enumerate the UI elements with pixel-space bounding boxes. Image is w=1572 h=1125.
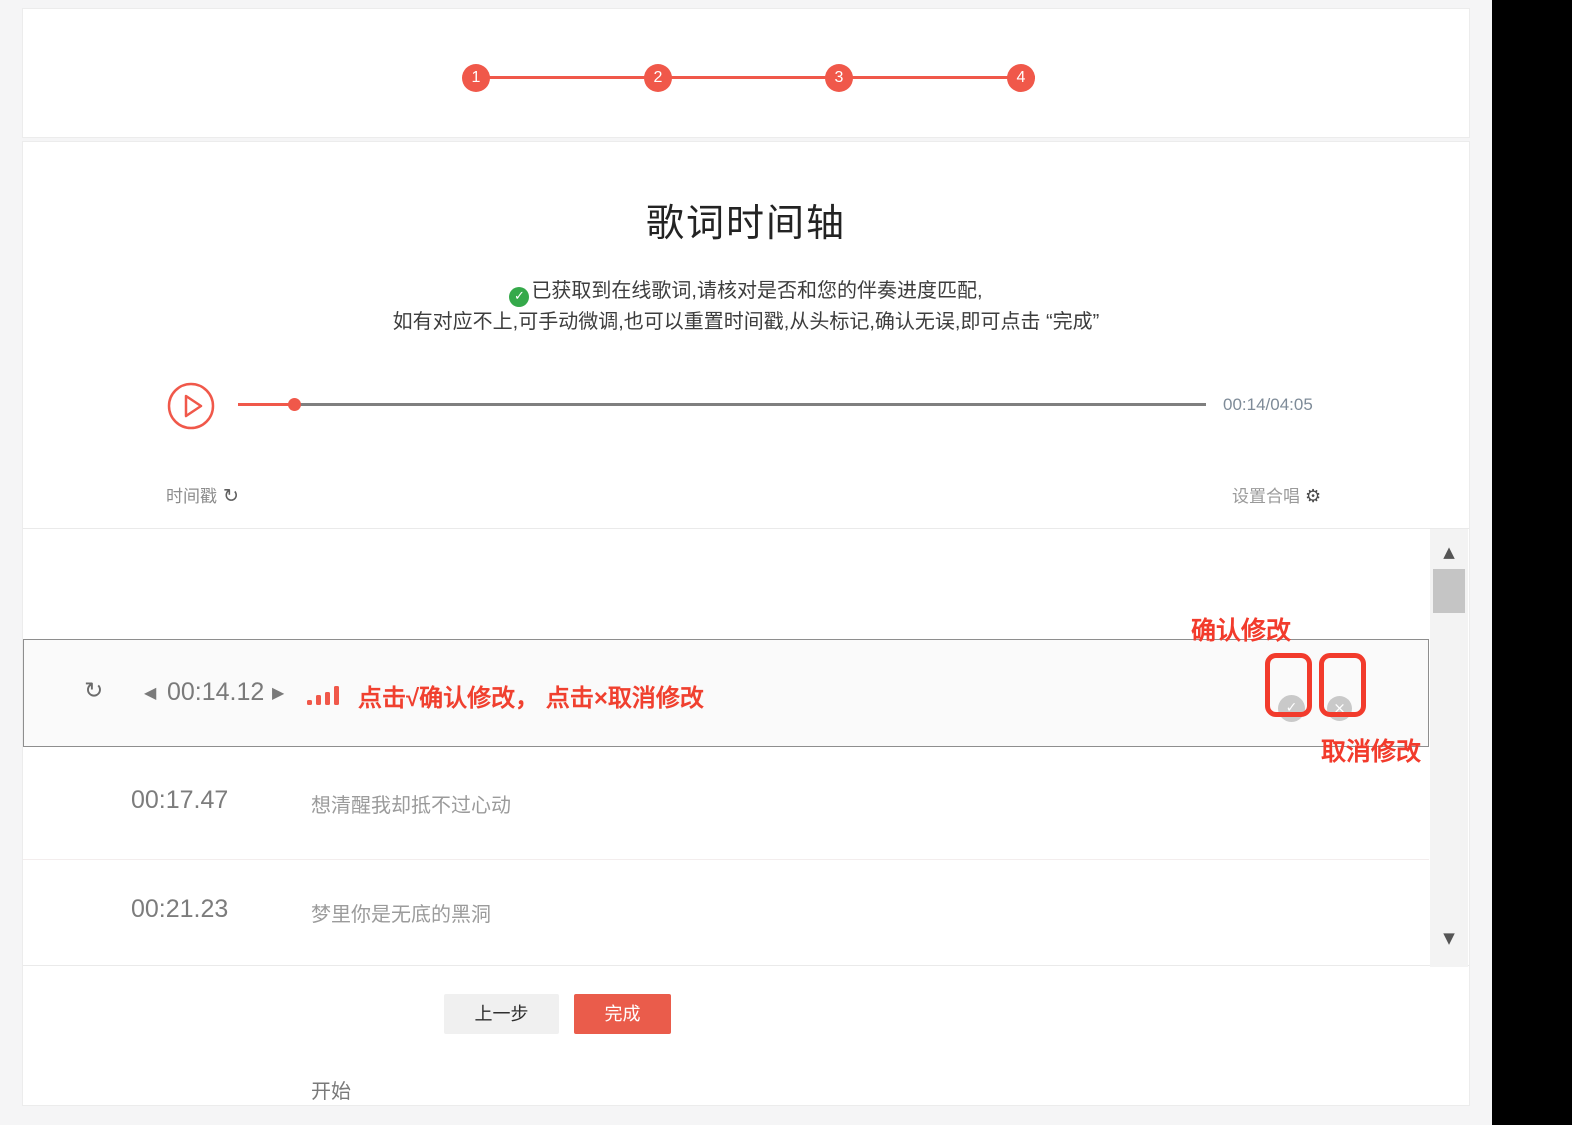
confirm-annotation-label: 确认修改: [1191, 611, 1291, 647]
done-button[interactable]: 完成: [574, 994, 671, 1034]
lyrics-start-row[interactable]: 开始: [311, 1075, 351, 1104]
play-icon: [186, 396, 201, 416]
chorus-settings-label: 设置合唱: [1232, 487, 1300, 506]
selected-lyric-row[interactable]: ↻ ◀ 00:14.12 ▶ 点击√确认修改， 点击×取消修改 ✓ ×: [23, 639, 1429, 747]
edit-instruction-text: 点击√确认修改， 点击×取消修改: [358, 678, 704, 713]
time-decrease-arrow-icon[interactable]: ◀: [144, 683, 156, 702]
main-panel: 1 2 3 4 歌词时间轴 ✓已获取到在线歌词,请核对是否和您的伴奏进度匹配, …: [22, 8, 1470, 1106]
chorus-settings-button[interactable]: 设置合唱 ⚙: [1232, 482, 1321, 507]
lyric-row-time: 00:21.23: [131, 895, 228, 924]
time-display: 00:14/04:05: [1223, 395, 1313, 415]
play-button-ring: [169, 384, 213, 428]
description-line-1: 已获取到在线歌词,请核对是否和您的伴奏进度匹配,: [531, 280, 982, 302]
row-divider: [23, 859, 1429, 860]
scrollbar-down-arrow-icon[interactable]: ▼: [1430, 929, 1468, 947]
description-line-2: 如有对应不上,可手动微调,也可以重置时间戳,从头标记,确认无误,即可点击 “完成…: [23, 307, 1469, 338]
stepper-step-4[interactable]: 4: [1007, 64, 1035, 92]
play-button[interactable]: [167, 382, 215, 430]
lyric-row-text: 梦里你是无底的黑洞: [311, 898, 491, 927]
previous-step-button[interactable]: 上一步: [444, 994, 559, 1034]
scrollbar-up-arrow-icon[interactable]: ▲: [1430, 543, 1468, 561]
stepper-step-3[interactable]: 3: [825, 64, 853, 92]
right-black-bar: [1492, 0, 1572, 1125]
section-divider: [22, 137, 1470, 142]
lyrics-list: 开始 ↻ ◀ 00:14.12 ▶ 点击√确认修改， 点击×取消修改 ✓ × 确…: [23, 528, 1469, 966]
scrollbar[interactable]: ▲ ▼: [1430, 529, 1468, 967]
time-increase-arrow-icon[interactable]: ▶: [272, 683, 284, 702]
stepper-connector: [476, 76, 1035, 79]
cancel-annotation-box: [1319, 653, 1366, 717]
progress-remaining: [294, 403, 1206, 406]
lyric-row-time: 00:17.47: [131, 786, 228, 815]
confirm-annotation-box: [1265, 653, 1312, 717]
page-description: ✓已获取到在线歌词,请核对是否和您的伴奏进度匹配, 如有对应不上,可手动微调,也…: [23, 276, 1469, 338]
stepper-step-2[interactable]: 2: [644, 64, 672, 92]
lyric-row-text: 想清醒我却抵不过心动: [311, 789, 511, 818]
success-check-icon: ✓: [509, 287, 529, 307]
stepper-step-1[interactable]: 1: [462, 64, 490, 92]
reset-timestamps-icon[interactable]: ↻: [223, 485, 239, 507]
row-reset-icon[interactable]: ↻: [84, 678, 103, 704]
gear-icon: ⚙: [1305, 486, 1321, 507]
signal-bars-icon: [307, 686, 345, 705]
scrollbar-thumb[interactable]: [1433, 569, 1465, 613]
progress-bar[interactable]: [238, 403, 1206, 406]
cancel-annotation-label: 取消修改: [1321, 732, 1421, 768]
page-title: 歌词时间轴: [23, 192, 1469, 247]
selected-row-time: 00:14.12: [167, 678, 264, 707]
timestamp-group: 时间戳 ↻: [166, 482, 239, 507]
progress-played: [238, 403, 294, 406]
timestamp-label: 时间戳: [166, 487, 217, 506]
progress-handle[interactable]: [288, 398, 301, 411]
